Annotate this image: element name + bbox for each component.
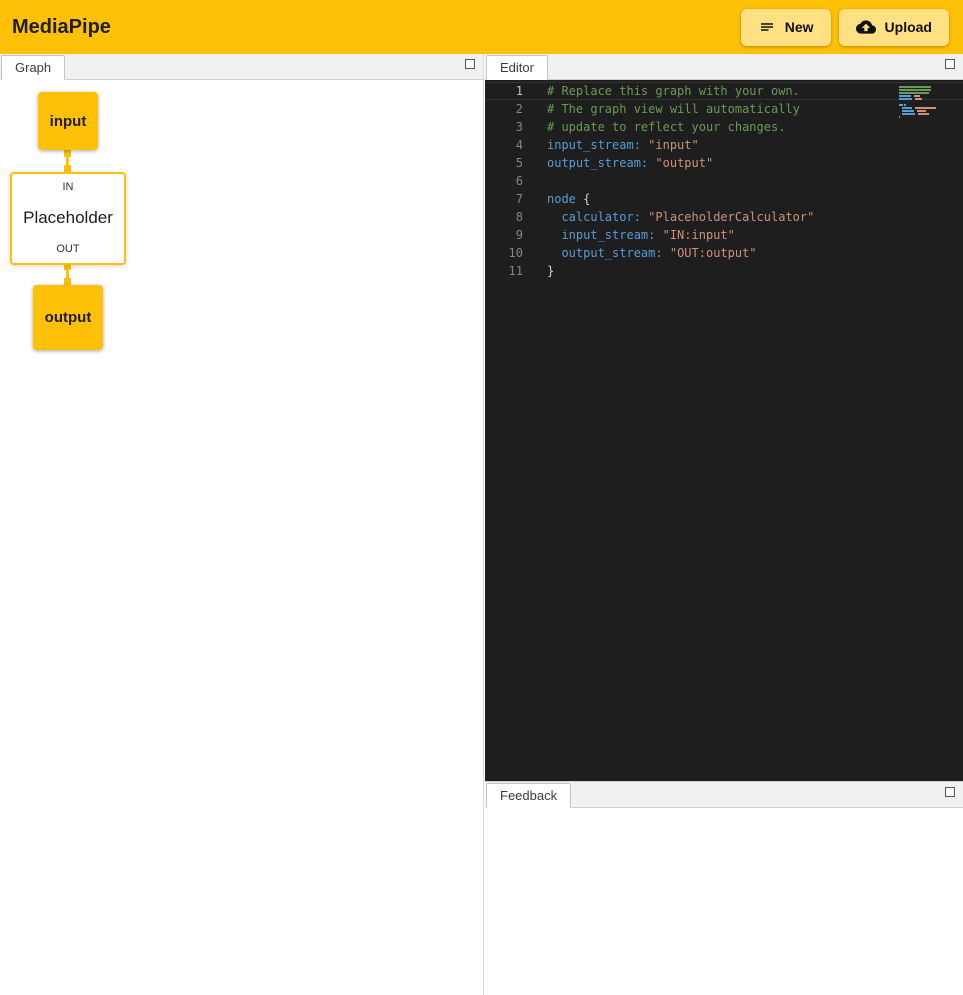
line-number: 9 xyxy=(485,226,523,244)
header-actions: New Upload xyxy=(741,9,953,46)
graph-panel-strip: Graph xyxy=(0,54,483,80)
cloud-upload-icon xyxy=(856,17,876,37)
graph-node-placeholder-label: Placeholder xyxy=(23,208,113,228)
minimap-line xyxy=(899,113,949,115)
code-text: # update to reflect your changes. xyxy=(523,118,785,136)
code-line[interactable]: 3# update to reflect your changes. xyxy=(485,118,963,136)
minimap-line xyxy=(899,98,949,100)
code-text: # Replace this graph with your own. xyxy=(523,83,800,99)
code-text: calculator: "PlaceholderCalculator" xyxy=(523,208,814,226)
minimap-line xyxy=(899,86,949,88)
graph-node-output[interactable]: output xyxy=(33,285,103,350)
editor-popout-icon[interactable] xyxy=(945,59,955,69)
feedback-popout-icon[interactable] xyxy=(945,787,955,797)
out-port-label: OUT xyxy=(56,243,79,255)
upload-button[interactable]: Upload xyxy=(839,9,949,46)
line-number: 6 xyxy=(485,172,523,190)
graph-panel: Graph input IN Placeholder OUT output xyxy=(0,54,484,995)
minimap-line xyxy=(899,116,949,118)
app-title: MediaPipe xyxy=(10,16,111,39)
in-port-label: IN xyxy=(63,181,74,193)
line-number: 8 xyxy=(485,208,523,226)
line-number: 10 xyxy=(485,244,523,262)
line-number: 7 xyxy=(485,190,523,208)
code-line[interactable]: 11} xyxy=(485,262,963,280)
code-text: input_stream: "input" xyxy=(523,136,699,154)
upload-button-label: Upload xyxy=(885,19,932,35)
minimap-line xyxy=(899,110,949,112)
app-header: MediaPipe New Upload xyxy=(0,0,963,54)
code-line[interactable]: 7node { xyxy=(485,190,963,208)
tab-editor[interactable]: Editor xyxy=(486,55,548,80)
code-text: output_stream: "OUT:output" xyxy=(523,244,757,262)
editor-panel: Editor 1# Replace this graph with your o… xyxy=(485,54,963,781)
code-text: input_stream: "IN:input" xyxy=(523,226,735,244)
graph-node-placeholder[interactable]: IN Placeholder OUT xyxy=(10,172,126,265)
port-dot xyxy=(64,150,71,157)
code-editor[interactable]: 1# Replace this graph with your own.2# T… xyxy=(485,80,963,781)
code-line[interactable]: 5output_stream: "output" xyxy=(485,154,963,172)
code-text: node { xyxy=(523,190,590,208)
code-line[interactable]: 10 output_stream: "OUT:output" xyxy=(485,244,963,262)
minimap-line xyxy=(899,95,949,97)
code-line[interactable]: 1# Replace this graph with your own. xyxy=(485,82,963,100)
line-number: 4 xyxy=(485,136,523,154)
graph-popout-icon[interactable] xyxy=(465,59,475,69)
minimap-line xyxy=(899,104,949,106)
code-line[interactable]: 8 calculator: "PlaceholderCalculator" xyxy=(485,208,963,226)
graph-node-input-label: input xyxy=(50,113,87,130)
code-line[interactable]: 6 xyxy=(485,172,963,190)
code-line[interactable]: 9 input_stream: "IN:input" xyxy=(485,226,963,244)
port-dot xyxy=(64,165,71,172)
feedback-panel-strip: Feedback xyxy=(485,782,963,808)
code-line[interactable]: 2# The graph view will automatically xyxy=(485,100,963,118)
code-text: output_stream: "output" xyxy=(523,154,713,172)
code-lines: 1# Replace this graph with your own.2# T… xyxy=(485,82,963,280)
minimap-line xyxy=(899,89,949,91)
minimap-line xyxy=(899,92,949,94)
line-number: 1 xyxy=(485,83,523,99)
line-number: 3 xyxy=(485,118,523,136)
new-button-label: New xyxy=(785,19,814,35)
editor-panel-strip: Editor xyxy=(485,54,963,80)
feedback-panel: Feedback xyxy=(485,781,963,995)
minimap[interactable] xyxy=(899,86,949,119)
tab-feedback[interactable]: Feedback xyxy=(486,783,571,808)
minimap-line xyxy=(899,107,949,109)
graph-node-output-label: output xyxy=(45,309,92,326)
line-number: 11 xyxy=(485,262,523,280)
graph-canvas[interactable]: input IN Placeholder OUT output xyxy=(0,80,483,995)
port-dot xyxy=(64,278,71,285)
minimap-line xyxy=(899,101,949,103)
code-text: # The graph view will automatically xyxy=(523,100,800,118)
line-number: 5 xyxy=(485,154,523,172)
code-text: } xyxy=(523,262,554,280)
list-icon xyxy=(758,18,776,36)
graph-node-input[interactable]: input xyxy=(38,92,98,150)
feedback-body xyxy=(485,808,963,995)
code-line[interactable]: 4input_stream: "input" xyxy=(485,136,963,154)
app-window: MediaPipe New Upload Graph xyxy=(0,0,963,995)
tab-graph[interactable]: Graph xyxy=(1,55,65,80)
code-text xyxy=(523,172,547,190)
line-number: 2 xyxy=(485,100,523,118)
new-button[interactable]: New xyxy=(741,9,831,46)
